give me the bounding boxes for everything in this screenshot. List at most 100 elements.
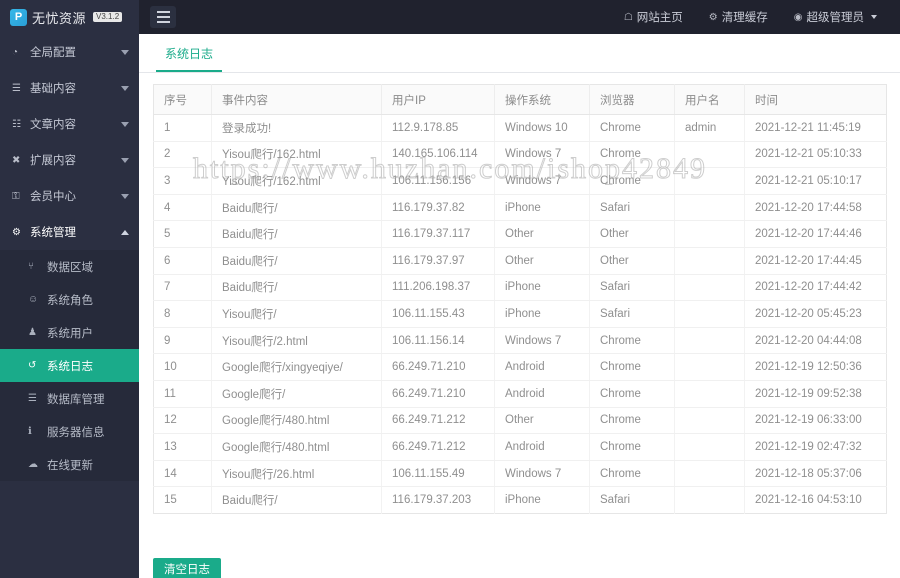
cell-username	[674, 460, 745, 488]
table-row[interactable]: 3 Yisou爬行/162.html 106.11.156.156 Windows 7…	[153, 167, 887, 195]
table-row[interactable]: 14 Yisou爬行/26.html 106.11.155.49 Windows 7C…	[153, 460, 887, 488]
cell-os: Other	[494, 247, 590, 275]
table-row[interactable]: 10 Google爬行/xingyeqiye/66.249.71.210 Andro…	[153, 353, 887, 381]
table-row[interactable]: 9 Yisou爬行/2.html 106.11.156.14 Windows 7 Chr…	[153, 327, 887, 355]
cell-os: Windows 7	[494, 141, 590, 169]
cell-username	[674, 327, 745, 355]
top-header: P 无忧资源 V3.1.2 ☖ 网站主页 ⚙ 清理缓存 ◉ 超级管理员	[0, 0, 900, 34]
sidebar-item-basic-content[interactable]: ☰ 基础内容	[0, 70, 139, 106]
table-row[interactable]: 4 Baidu爬行/116.179.37.82 iPhone Safari 2021-1…	[153, 194, 887, 222]
sidebar-subitem-label: 系统用户	[47, 327, 93, 340]
cell-time: 2021-12-19 02:47:32	[744, 433, 887, 461]
cell-ip: 106.11.155.49	[381, 460, 495, 488]
sidebar-item-data-region[interactable]: ⑂ 数据区域	[0, 250, 139, 283]
nav-user-label: 超级管理员	[806, 12, 865, 24]
cell-index: 2	[153, 141, 212, 169]
table-row[interactable]: 13 Google爬行/480.html 66.249.71.212 Android C…	[153, 433, 887, 461]
table-row[interactable]: 15 Baidu爬行/116.179.37.203 iPhone Safari 2021…	[153, 486, 887, 514]
sidebar-item-server-info[interactable]: ℹ 服务器信息	[0, 415, 139, 448]
cell-username	[674, 407, 745, 435]
cell-time: 2021-12-20 04:44:08	[744, 327, 887, 355]
chevron-down-icon	[121, 193, 129, 199]
cell-browser: Safari	[589, 486, 675, 514]
list-icon: ☰	[12, 82, 21, 94]
tab-bar: 系统日志	[139, 34, 900, 73]
cell-index: 9	[153, 327, 212, 355]
cell-browser: Chrome	[589, 353, 675, 381]
table-row[interactable]: 12 Google爬行/480.html 66.249.71.212 Other Chr…	[153, 407, 887, 435]
cloud-icon: ☁	[28, 459, 38, 470]
sidebar-item-system-users[interactable]: ♟ 系统用户	[0, 316, 139, 349]
cell-event: 登录成功!	[211, 114, 382, 142]
column-header-time: 时间	[744, 84, 887, 115]
chevron-down-icon	[121, 49, 129, 55]
cell-username	[674, 353, 745, 381]
column-header-event: 事件内容	[211, 84, 382, 115]
hamburger-line	[156, 11, 170, 13]
cell-os: iPhone	[494, 486, 590, 514]
sidebar-toggle-button[interactable]	[150, 6, 176, 28]
footer-actions: 清空日志 共891条 当前1/60页 首页 前一页 1 2 3 4 5 ... …	[139, 520, 900, 578]
table-row[interactable]: 8 Yisou爬行/106.11.155.43 iPhone Safari 2021-1…	[153, 300, 887, 328]
cell-username	[674, 167, 745, 195]
sidebar-item-system-roles[interactable]: ☺ 系统角色	[0, 283, 139, 316]
cell-browser: Chrome	[589, 407, 675, 435]
nav-clear-cache[interactable]: ⚙ 清理缓存	[696, 0, 781, 34]
table-row[interactable]: 11 Google爬行/66.249.71.210 Android Chrome 202…	[153, 380, 887, 408]
hamburger-line	[156, 21, 170, 23]
brand-title: 无忧资源	[32, 10, 87, 26]
nav-site-home[interactable]: ☖ 网站主页	[611, 0, 696, 34]
sidebar-item-database-management[interactable]: ☰ 数据库管理	[0, 382, 139, 415]
document-icon: ☷	[12, 118, 21, 130]
cell-index: 4	[153, 194, 212, 222]
table-row[interactable]: 6 Baidu爬行/116.179.37.97 Other Other 2021-12-…	[153, 247, 887, 275]
sidebar-item-online-update[interactable]: ☁ 在线更新	[0, 448, 139, 481]
sidebar-subitem-label: 服务器信息	[47, 426, 105, 439]
cell-ip: 66.249.71.210	[381, 353, 495, 381]
cell-browser: Safari	[589, 274, 675, 302]
sidebar-item-system-management[interactable]: ⚙ 系统管理	[0, 214, 139, 250]
cell-username	[674, 433, 745, 461]
table-row[interactable]: 7 Baidu爬行/111.206.198.37 iPhone Safari 2021-…	[153, 274, 887, 302]
cell-event: Yisou爬行/	[211, 300, 382, 328]
sidebar-item-system-log[interactable]: ↺ 系统日志	[0, 349, 139, 382]
cell-event: Yisou爬行/26.html	[211, 460, 382, 488]
cell-time: 2021-12-21 05:10:17	[744, 167, 887, 195]
cell-time: 2021-12-20 17:44:45	[744, 247, 887, 275]
sidebar-item-global-config[interactable]: ◔ 全局配置	[0, 34, 139, 70]
sidebar-item-member-center[interactable]: ⚿ 会员中心	[0, 178, 139, 214]
puzzle-icon: ✖	[12, 154, 21, 166]
cell-ip: 116.179.37.117	[381, 220, 495, 248]
cell-event: Yisou爬行/162.html	[211, 167, 382, 195]
table-row[interactable]: 5 Baidu爬行/116.179.37.117 Other Other 2021-12…	[153, 220, 887, 248]
clear-log-button[interactable]: 清空日志	[153, 558, 221, 578]
column-header-ip: 用户IP	[381, 84, 495, 115]
tab-system-log[interactable]: 系统日志	[156, 45, 223, 72]
column-header-index: 序号	[153, 84, 212, 115]
hamburger-line	[156, 16, 170, 18]
sidebar-item-extended-content[interactable]: ✖ 扩展内容	[0, 142, 139, 178]
nav-user-menu[interactable]: ◉ 超级管理员	[781, 0, 890, 34]
cell-browser: Chrome	[589, 167, 675, 195]
cell-time: 2021-12-21 05:10:33	[744, 141, 887, 169]
table-row[interactable]: 2 Yisou爬行/162.html 140.165.106.114 Windows …	[153, 141, 887, 169]
cell-browser: Other	[589, 220, 675, 248]
table-row[interactable]: 1 登录成功! 112.9.178.85 Windows 10 Chrome admin 2…	[153, 114, 887, 142]
cell-event: Yisou爬行/2.html	[211, 327, 382, 355]
cell-ip: 106.11.156.14	[381, 327, 495, 355]
sidebar-subitem-label: 系统角色	[47, 294, 93, 307]
cell-ip: 116.179.37.203	[381, 486, 495, 514]
home-icon: ☖	[623, 11, 633, 23]
sidebar-item-label: 基础内容	[30, 83, 76, 95]
brand-block[interactable]: P 无忧资源 V3.1.2	[0, 0, 139, 34]
sidebar-subitem-label: 数据区域	[47, 261, 93, 274]
cell-index: 5	[153, 220, 212, 248]
cell-event: Baidu爬行/	[211, 194, 382, 222]
cell-event: Google爬行/	[211, 380, 382, 408]
cell-ip: 66.249.71.210	[381, 380, 495, 408]
cell-browser: Chrome	[589, 433, 675, 461]
system-log-table: 序号 事件内容 用户IP 操作系统 浏览器 用户名 时间 1 登录成功! 112.9…	[153, 84, 887, 514]
sidebar-item-article-content[interactable]: ☷ 文章内容	[0, 106, 139, 142]
table-header-row: 序号 事件内容 用户IP 操作系统 浏览器 用户名 时间	[153, 84, 887, 115]
user-circle-icon: ◉	[793, 11, 803, 23]
